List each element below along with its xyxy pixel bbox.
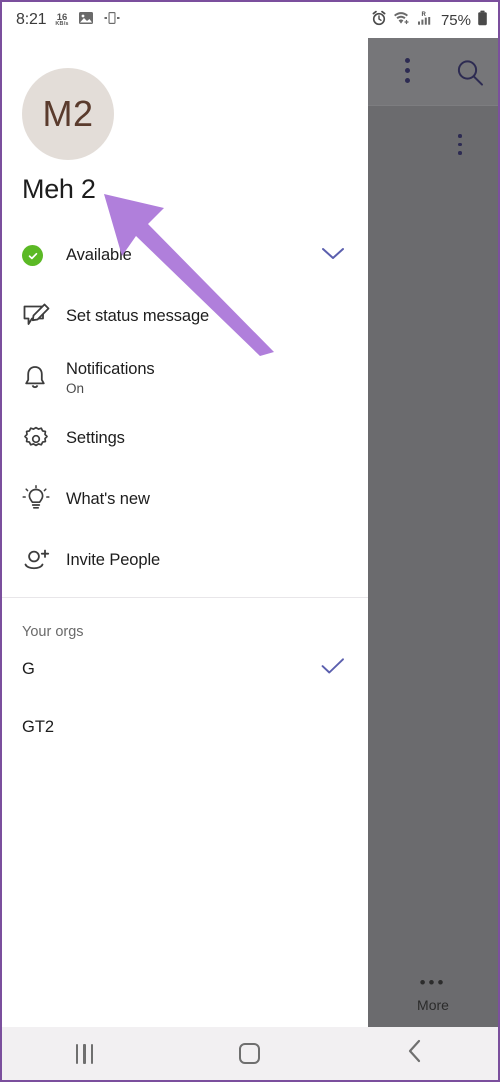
check-icon (320, 658, 346, 681)
menu-item-set-status-message[interactable]: Set status message (2, 286, 368, 347)
org-item-gt2[interactable]: GT2 (2, 698, 368, 756)
bell-icon (22, 364, 66, 392)
recents-icon (75, 1043, 94, 1064)
menu-item-label: Available (66, 246, 132, 264)
org-item-g[interactable]: G (2, 640, 368, 698)
chevron-down-icon[interactable] (320, 245, 346, 266)
menu-item-notifications[interactable]: Notifications On (2, 347, 368, 408)
secondary-kebab-menu-icon[interactable] (458, 134, 462, 155)
svg-text:R: R (421, 12, 426, 18)
status-bar-left: 8:21 16 KB/s (16, 11, 121, 30)
vibrate-icon (103, 11, 121, 30)
more-tab-label: More (417, 997, 449, 1013)
navigation-drawer: M2 Meh 2 Available Set status message No… (2, 38, 368, 1027)
signal-roaming-icon: R (417, 10, 434, 31)
profile-section[interactable]: M2 Meh 2 (2, 38, 368, 205)
android-nav-bar (2, 1027, 498, 1080)
orgs-section-title: Your orgs (22, 624, 84, 640)
available-status-icon (22, 245, 66, 266)
more-tab-icon: ••• (419, 973, 447, 992)
lightbulb-icon (22, 484, 66, 515)
drawer-menu: Available Set status message Notificatio… (2, 225, 368, 591)
status-bar: 8:21 16 KB/s R 75% (2, 2, 498, 38)
menu-item-label: Notifications (66, 359, 155, 378)
menu-item-sublabel: On (66, 380, 85, 396)
gear-icon (22, 425, 66, 453)
background-app-overlay[interactable]: ••• More (368, 38, 498, 1027)
battery-percent-label: 75% (440, 11, 471, 29)
kebab-menu-icon[interactable] (405, 58, 410, 83)
more-tab[interactable]: ••• More (368, 973, 498, 1013)
data-rate-indicator: 16 KB/s (55, 12, 69, 28)
edit-message-icon (22, 303, 66, 331)
menu-item-label: Invite People (66, 551, 161, 569)
wifi-icon (393, 10, 411, 30)
alarm-icon (371, 10, 387, 31)
menu-item-label: What's new (66, 490, 150, 508)
avatar[interactable]: M2 (22, 68, 114, 160)
home-icon (239, 1043, 261, 1064)
menu-item-whats-new[interactable]: What's new (2, 469, 368, 530)
person-add-icon (22, 547, 66, 575)
search-icon[interactable] (454, 57, 486, 94)
data-rate-unit: KB/s (55, 21, 69, 27)
battery-icon (477, 10, 488, 31)
menu-item-label: Set status message (66, 307, 210, 325)
image-icon (78, 11, 94, 30)
menu-item-invite-people[interactable]: Invite People (2, 530, 368, 591)
org-name: G (22, 659, 35, 678)
home-button[interactable] (167, 1043, 332, 1064)
menu-item-settings[interactable]: Settings (2, 408, 368, 469)
status-bar-clock: 8:21 (16, 11, 47, 28)
page-title: Meh 2 (22, 174, 96, 204)
org-name: GT2 (22, 717, 55, 736)
menu-item-label: Settings (66, 429, 125, 447)
back-button[interactable] (333, 1038, 498, 1069)
recents-button[interactable] (2, 1043, 167, 1064)
status-bar-right: R 75% (371, 10, 488, 31)
menu-item-available[interactable]: Available (2, 225, 368, 286)
back-icon (406, 1038, 424, 1069)
phone-screen: 8:21 16 KB/s R 75% ••• More M2 Meh 2 Ava… (0, 0, 500, 1082)
